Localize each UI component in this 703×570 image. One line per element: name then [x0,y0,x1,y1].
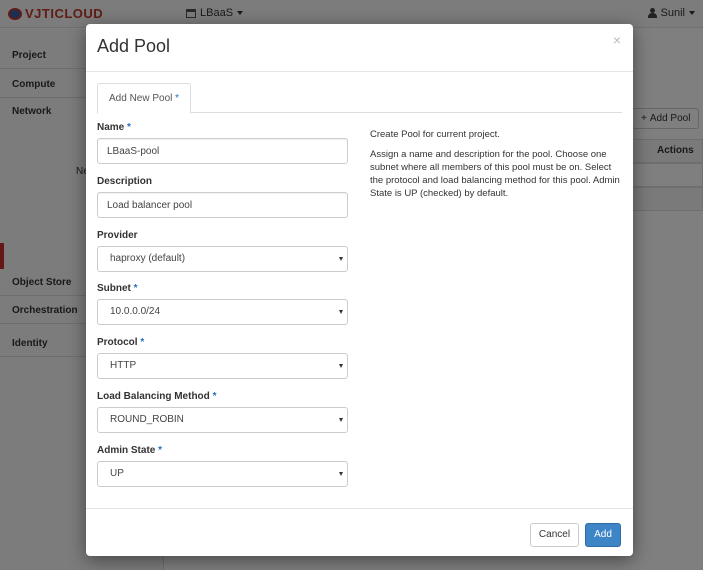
provider-value: haproxy (default) [110,253,186,264]
protocol-group: Protocol * HTTP [97,337,348,379]
admin-state-label-text: Admin State [97,445,156,456]
add-pool-modal: Add Pool × Add New Pool * Name * Descrip… [86,24,633,556]
provider-select[interactable]: haproxy (default) [97,246,348,272]
modal-title: Add Pool [97,36,171,56]
required-marker: * [158,445,163,456]
name-input[interactable] [97,138,348,164]
protocol-value: HTTP [110,360,137,371]
help-text: Create Pool for current project. Assign … [370,128,622,207]
description-group: Description [97,176,348,218]
admin-state-select[interactable]: UP [97,461,348,487]
lb-method-label-text: Load Balancing Method [97,391,210,402]
lb-method-select[interactable]: ROUND_ROBIN [97,407,348,433]
help-line-1: Create Pool for current project. [370,129,500,140]
required-marker: * [133,283,138,294]
cancel-button[interactable]: Cancel [530,523,579,547]
name-group: Name * [97,122,348,164]
modal-header: Add Pool × [86,24,633,72]
subnet-select[interactable]: 10.0.0.0/24 [97,299,348,325]
help-line-2: Assign a name and description for the po… [370,149,620,199]
lb-method-label: Load Balancing Method * [97,391,348,403]
subnet-group: Subnet * 10.0.0.0/24 [97,283,348,325]
provider-group: Provider haproxy (default) [97,230,348,272]
name-label: Name * [97,122,348,134]
required-marker: * [175,93,180,104]
protocol-select[interactable]: HTTP [97,353,348,379]
modal-tabs: Add New Pool * [97,83,622,114]
subnet-label-text: Subnet [97,283,131,294]
chevron-down-icon [339,364,343,368]
modal-footer: Cancel Add [86,508,633,556]
provider-label: Provider [97,230,138,241]
admin-state-value: UP [110,468,124,479]
tab-add-new-pool[interactable]: Add New Pool * [97,83,192,114]
required-marker: * [140,337,145,348]
subnet-value: 10.0.0.0/24 [110,306,161,317]
description-input[interactable] [97,192,348,218]
admin-state-label: Admin State * [97,445,348,457]
lb-method-value: ROUND_ROBIN [110,414,184,425]
chevron-down-icon [339,472,343,476]
required-marker: * [212,391,217,402]
chevron-down-icon [339,257,343,261]
required-marker: * [127,122,131,133]
chevron-down-icon [339,418,343,422]
admin-state-group: Admin State * UP [97,445,348,487]
tab-label: Add New Pool [109,93,173,104]
chevron-down-icon [339,310,343,314]
description-label: Description [97,176,153,187]
name-label-text: Name [97,122,125,133]
lb-method-group: Load Balancing Method * ROUND_ROBIN [97,391,348,433]
protocol-label-text: Protocol [97,337,138,348]
protocol-label: Protocol * [97,337,348,349]
close-icon[interactable]: × [613,32,621,48]
subnet-label: Subnet * [97,283,348,295]
add-button[interactable]: Add [585,523,621,547]
